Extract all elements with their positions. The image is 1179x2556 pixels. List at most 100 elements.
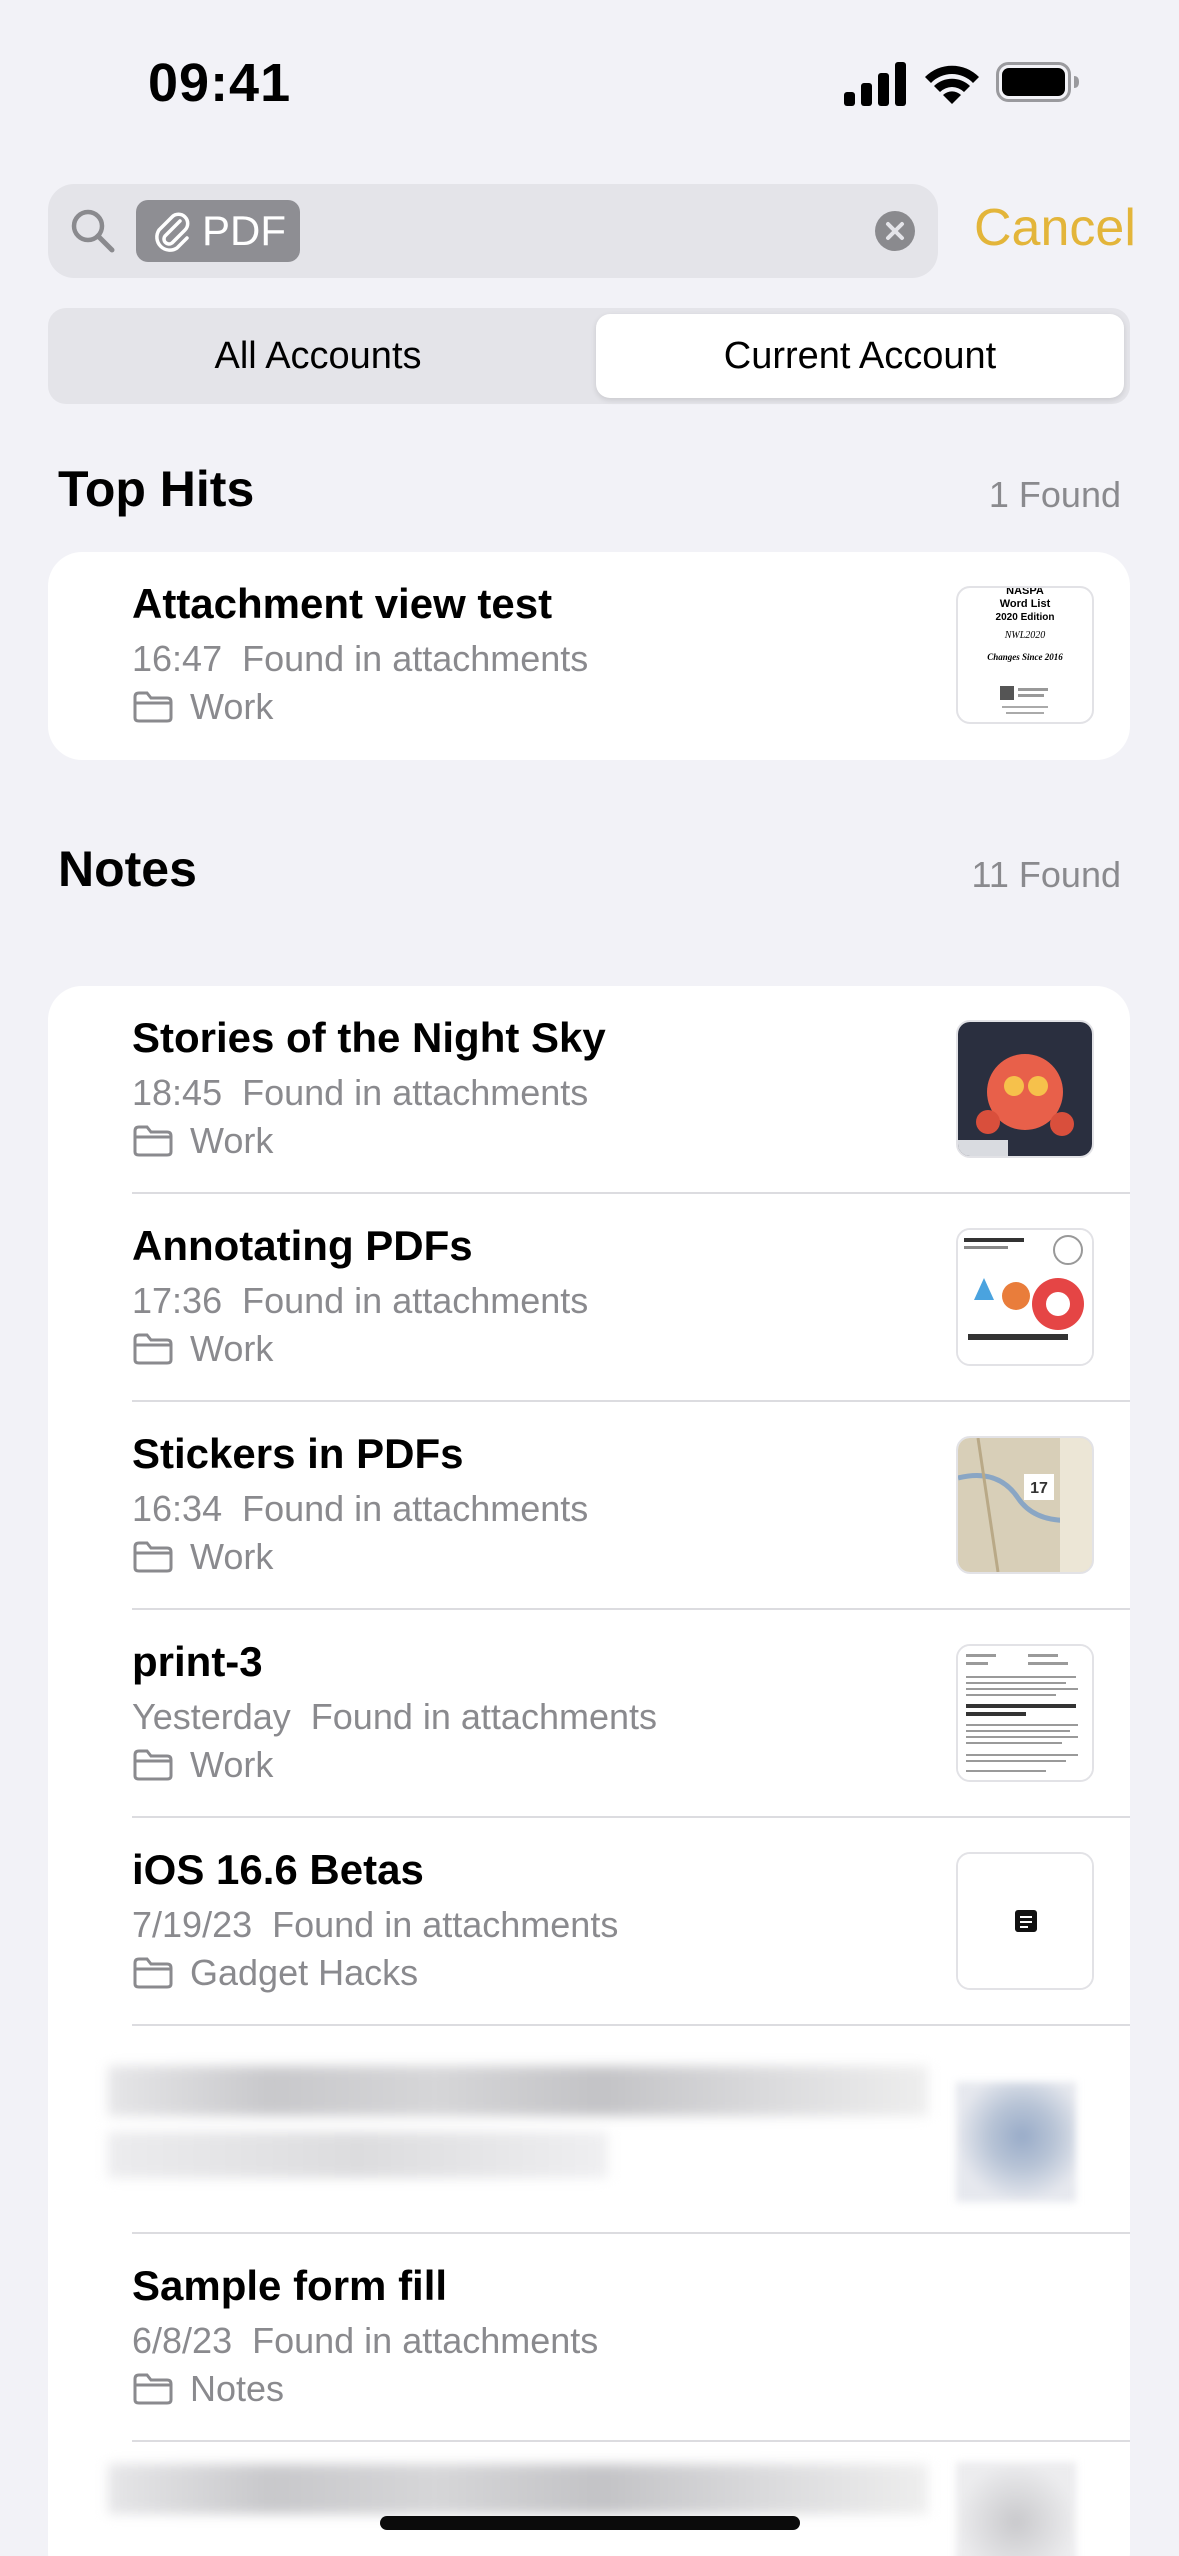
note-time: 18:45 — [132, 1072, 223, 1113]
note-meta: 16:34 Found in attachments — [132, 1488, 588, 1530]
doc-line-1: NASPA — [1006, 588, 1044, 597]
account-scope-control: All Accounts Current Account — [48, 308, 1130, 404]
annotated-pdf-thumbnail — [958, 1230, 1092, 1364]
doc-line-3: 2020 Edition — [996, 612, 1055, 623]
note-found-in: Found in attachments — [242, 1488, 589, 1529]
note-title: Sample form fill — [132, 2262, 448, 2309]
folder-icon — [133, 1541, 173, 1573]
note-row[interactable]: Attachment view test 16:47 Found in attac… — [48, 552, 1130, 760]
note-folder-name: Gadget Hacks — [190, 1952, 419, 1993]
text-document-thumbnail — [958, 1646, 1092, 1780]
doc-line-2: Word List — [1000, 598, 1051, 610]
attachment-thumbnail: 17 — [956, 1436, 1094, 1574]
folder-icon — [133, 1333, 173, 1365]
note-folder: Work — [132, 1120, 273, 1162]
segment-all-accounts[interactable]: All Accounts — [54, 314, 582, 398]
attachment-thumbnail — [956, 1228, 1094, 1366]
redacted-note-row[interactable] — [48, 2442, 1130, 2556]
top-hits-card: Attachment view test 16:47 Found in attac… — [48, 552, 1130, 760]
status-bar: 09:41 — [0, 0, 1179, 170]
folder-icon — [133, 691, 173, 723]
search-field[interactable]: PDF — [48, 184, 938, 278]
note-row[interactable]: Stickers in PDFs 16:34 Found in attachmen… — [48, 1402, 1130, 1610]
status-time: 09:41 — [148, 53, 292, 113]
folder-icon — [133, 1957, 173, 1989]
paperclip-icon — [155, 212, 190, 252]
redacted-thumbnail — [956, 2082, 1076, 2202]
note-meta: 16:47 Found in attachments — [132, 638, 588, 680]
note-time: 16:47 — [132, 638, 223, 679]
note-meta: 7/19/23 Found in attachments — [132, 1904, 618, 1946]
redacted-thumbnail — [956, 2462, 1076, 2556]
note-meta: 6/8/23 Found in attachments — [132, 2320, 598, 2362]
note-found-in: Found in attachments — [242, 638, 589, 679]
note-folder: Work — [132, 1744, 273, 1786]
note-folder-name: Work — [190, 686, 274, 727]
note-title: iOS 16.6 Betas — [132, 1846, 424, 1893]
night-sky-thumbnail — [958, 1022, 1092, 1156]
doc-line-5: Changes Since 2016 — [987, 652, 1063, 662]
segment-current-account[interactable]: Current Account — [596, 314, 1124, 398]
note-meta: 17:36 Found in attachments — [132, 1280, 588, 1322]
note-meta: Yesterday Found in attachments — [132, 1696, 657, 1738]
note-title: Stories of the Night Sky — [132, 1014, 606, 1061]
note-row[interactable]: Sample form fill 6/8/23 Found in attachme… — [48, 2234, 1130, 2442]
note-row[interactable]: print-3 Yesterday Found in attachments Wo… — [48, 1610, 1130, 1818]
file-icon — [958, 1854, 1092, 1988]
note-time: 17:36 — [132, 1280, 223, 1321]
note-folder-name: Work — [190, 1328, 274, 1369]
home-indicator[interactable] — [380, 2516, 800, 2530]
note-time: 7/19/23 — [132, 1904, 253, 1945]
notes-title: Notes — [58, 841, 197, 897]
top-hits-count: 1 Found — [988, 474, 1121, 515]
folder-icon — [133, 1125, 173, 1157]
note-row[interactable]: Annotating PDFs 17:36 Found in attachment… — [48, 1194, 1130, 1402]
sticker-number: 17 — [1030, 1480, 1048, 1497]
search-icon — [71, 209, 115, 253]
attachment-thumbnail — [956, 1020, 1094, 1158]
note-time: 6/8/23 — [132, 2320, 233, 2361]
note-time: Yesterday — [132, 1696, 291, 1737]
note-found-in: Found in attachments — [252, 2320, 599, 2361]
note-found-in: Found in attachments — [310, 1696, 657, 1737]
note-folder: Work — [132, 1328, 273, 1370]
note-folder-name: Work — [190, 1120, 274, 1161]
note-folder: Work — [132, 686, 273, 728]
cellular-signal-icon — [844, 62, 906, 106]
search-token-pdf[interactable]: PDF — [136, 200, 300, 262]
note-found-in: Found in attachments — [242, 1280, 589, 1321]
clear-search-icon[interactable] — [874, 210, 916, 252]
note-found-in: Found in attachments — [242, 1072, 589, 1113]
note-row[interactable]: Stories of the Night Sky 18:45 Found in a… — [48, 986, 1130, 1194]
note-title: Attachment view test — [132, 580, 553, 627]
note-title: print-3 — [132, 1638, 263, 1685]
note-meta: 18:45 Found in attachments — [132, 1072, 588, 1114]
note-row[interactable]: iOS 16.6 Betas 7/19/23 Found in attachmen… — [48, 1818, 1130, 2026]
document-thumbnail: NASPA Word List 2020 Edition NWL2020 Cha… — [987, 588, 1063, 714]
note-folder-name: Notes — [190, 2368, 285, 2409]
redacted-note-row[interactable] — [48, 2026, 1130, 2234]
redacted-title — [108, 2066, 928, 2116]
note-folder-name: Work — [190, 1536, 274, 1577]
note-folder: Notes — [132, 2368, 284, 2410]
search-token-label: PDF — [202, 207, 286, 254]
note-folder: Work — [132, 1536, 273, 1578]
search-row: PDF Cancel — [48, 184, 1138, 278]
note-folder: Gadget Hacks — [132, 1952, 418, 1994]
attachment-thumbnail — [956, 1852, 1094, 1990]
note-title: Annotating PDFs — [132, 1222, 473, 1269]
battery-icon — [996, 62, 1079, 102]
notes-card: Stories of the Night Sky 18:45 Found in a… — [48, 986, 1130, 2556]
note-title: Stickers in PDFs — [132, 1430, 464, 1477]
redacted-title — [108, 2464, 928, 2514]
attachment-thumbnail — [956, 1644, 1094, 1782]
redacted-meta — [108, 2132, 608, 2178]
wifi-icon — [925, 65, 979, 104]
cancel-button[interactable]: Cancel — [974, 198, 1136, 258]
top-hits-title: Top Hits — [58, 461, 255, 517]
note-time: 16:34 — [132, 1488, 223, 1529]
folder-icon — [133, 1749, 173, 1781]
notes-count: 11 Found — [971, 854, 1121, 895]
map-thumbnail: 17 — [958, 1438, 1092, 1572]
note-found-in: Found in attachments — [272, 1904, 619, 1945]
